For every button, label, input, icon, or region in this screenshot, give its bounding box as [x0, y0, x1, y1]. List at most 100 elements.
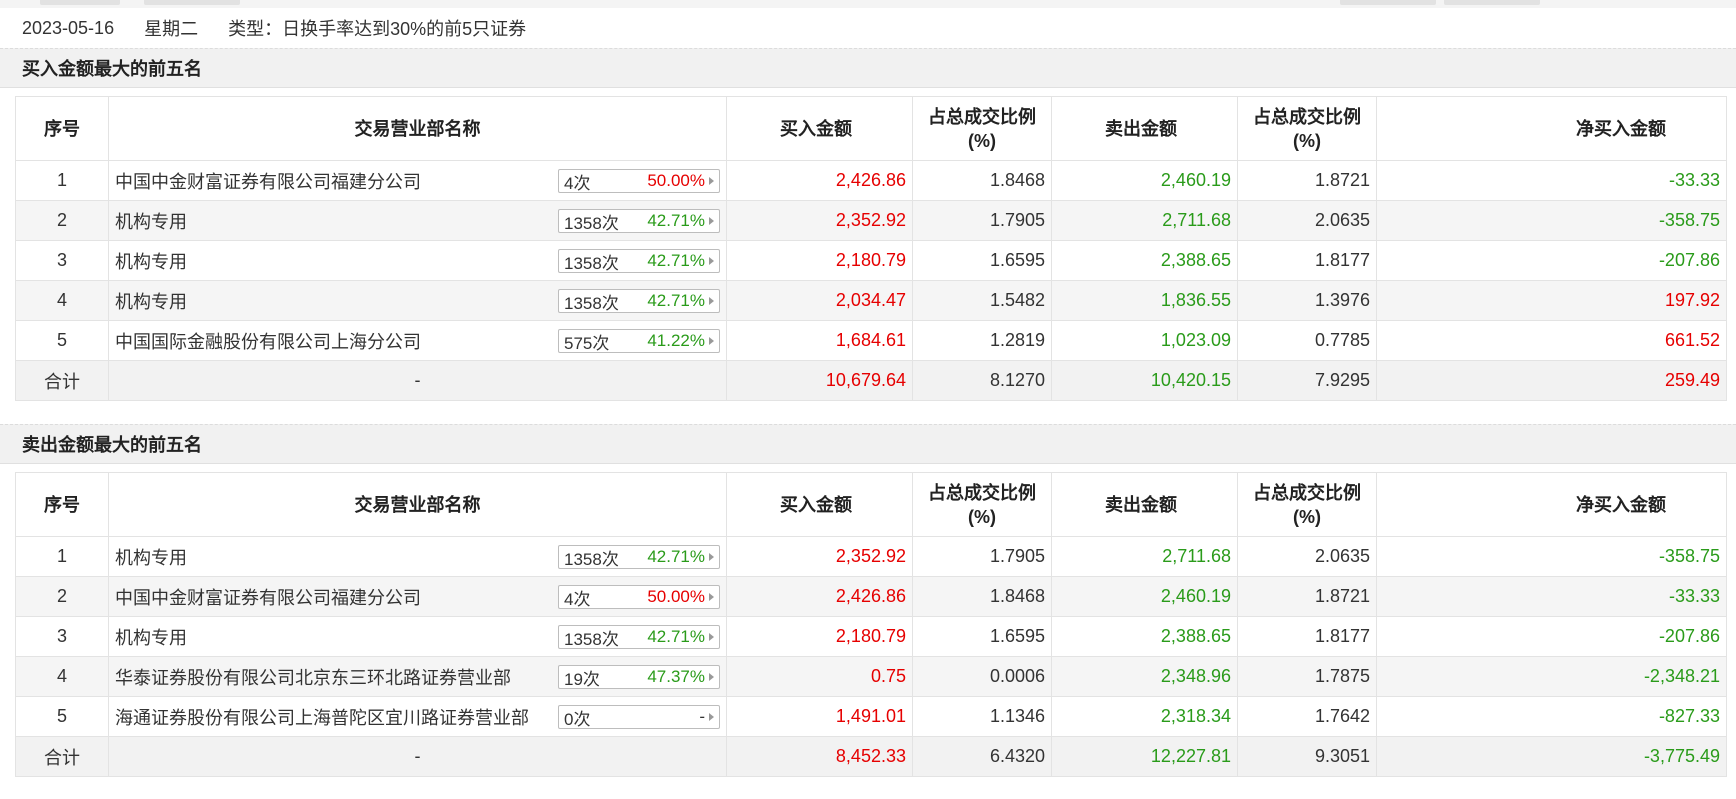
net-buy-amount: -33.33	[1376, 160, 1727, 201]
caret-right-icon	[709, 337, 714, 345]
table-header-row: 序号 交易营业部名称 买入金额 占总成交比例 (%) 卖出金额 占总成交比例 (%)…	[15, 96, 1727, 161]
branch-name-link[interactable]: 机构专用	[115, 252, 187, 272]
branch-name-link[interactable]: 中国国际金融股份有限公司上海分公司	[115, 332, 421, 352]
col-header-net-buy: 净买入金额	[1376, 472, 1727, 537]
listing-count: 1358次	[564, 549, 619, 569]
sell-ratio: 2.0635	[1237, 200, 1377, 241]
buy-ratio: 1.2819	[912, 320, 1052, 361]
total-sell-ratio: 9.3051	[1237, 736, 1377, 777]
branch-stats-button[interactable]: 575次 41.22%	[558, 329, 720, 353]
buy-amount: 1,491.01	[726, 696, 913, 737]
buy-amount: 2,352.92	[726, 536, 913, 577]
buy-amount: 2,352.92	[726, 200, 913, 241]
branch-stats-button[interactable]: 19次 47.37%	[558, 665, 720, 689]
net-buy-amount: -827.33	[1376, 696, 1727, 737]
listing-count: 1358次	[564, 253, 619, 273]
branch-stats-button[interactable]: 1358次 42.71%	[558, 209, 720, 233]
sell-amount: 2,318.34	[1051, 696, 1238, 737]
buy-ratio: 1.1346	[912, 696, 1052, 737]
top-tab[interactable]	[1444, 0, 1540, 5]
header-line: (%)	[1293, 506, 1321, 527]
sell-ratio: 2.0635	[1237, 536, 1377, 577]
sell-ratio: 1.8177	[1237, 240, 1377, 281]
branch-cell: 海通证券股份有限公司上海普陀区宜川路证券营业部 0次 -	[108, 696, 727, 737]
branch-stats-button[interactable]: 0次 -	[558, 705, 720, 729]
col-header-index: 序号	[15, 472, 109, 537]
branch-stats-button[interactable]: 1358次 42.71%	[558, 249, 720, 273]
branch-cell: 华泰证券股份有限公司北京东三环北路证券营业部 19次 47.37%	[108, 656, 727, 697]
branch-name-link[interactable]: 机构专用	[115, 212, 187, 232]
caret-right-icon	[709, 297, 714, 305]
listing-type: 类型：日换手率达到30%的前5只证券	[228, 19, 527, 39]
row-index: 5	[15, 320, 109, 361]
total-branch-placeholder: -	[108, 360, 727, 401]
buy-amount: 2,426.86	[726, 160, 913, 201]
buy-amount: 1,684.61	[726, 320, 913, 361]
total-buy-ratio: 8.1270	[912, 360, 1052, 401]
branch-cell: 中国中金财富证券有限公司福建分公司 4次 50.00%	[108, 160, 727, 201]
info-bar: 2023-05-16 星期二 类型：日换手率达到30%的前5只证券	[0, 8, 1736, 49]
net-buy-amount: -207.86	[1376, 240, 1727, 281]
caret-right-icon	[709, 673, 714, 681]
win-rate: 42.71%	[647, 211, 705, 230]
buy-ratio: 1.6595	[912, 240, 1052, 281]
net-buy-amount: 197.92	[1376, 280, 1727, 321]
buy-ratio: 1.8468	[912, 576, 1052, 617]
table-row: 4 机构专用 1358次 42.71% 2,034.47 1.5482 1,836.55 1.…	[15, 280, 1727, 321]
table-row: 5 海通证券股份有限公司上海普陀区宜川路证券营业部 0次 - 1,491.01 1.134…	[15, 696, 1727, 737]
listing-count: 1358次	[564, 629, 619, 649]
row-index: 3	[15, 616, 109, 657]
col-header-index: 序号	[15, 96, 109, 161]
sell-top5-table: 序号 交易营业部名称 买入金额 占总成交比例 (%) 卖出金额 占总成交比例 (%)…	[15, 472, 1727, 777]
branch-name-link[interactable]: 华泰证券股份有限公司北京东三环北路证券营业部	[115, 668, 511, 688]
top-tab[interactable]	[144, 0, 240, 5]
trade-weekday: 星期二	[144, 19, 199, 39]
net-buy-amount: -2,348.21	[1376, 656, 1727, 697]
total-label: 合计	[15, 360, 109, 401]
branch-cell: 机构专用 1358次 42.71%	[108, 200, 727, 241]
listing-count: 575次	[564, 333, 610, 353]
total-buy-ratio: 6.4320	[912, 736, 1052, 777]
branch-stats-button[interactable]: 1358次 42.71%	[558, 625, 720, 649]
buy-ratio: 1.7905	[912, 200, 1052, 241]
listing-count: 0次	[564, 709, 591, 729]
branch-name-link[interactable]: 机构专用	[115, 292, 187, 312]
sell-ratio: 1.8721	[1237, 160, 1377, 201]
sell-amount: 2,460.19	[1051, 160, 1238, 201]
table-row: 3 机构专用 1358次 42.71% 2,180.79 1.6595 2,388.65 1.…	[15, 240, 1727, 281]
branch-name-link[interactable]: 机构专用	[115, 628, 187, 648]
col-header-buy: 买入金额	[726, 96, 913, 161]
table-row: 2 中国中金财富证券有限公司福建分公司 4次 50.00% 2,426.86 1.8468…	[15, 576, 1727, 617]
caret-right-icon	[709, 713, 714, 721]
buy-amount: 2,034.47	[726, 280, 913, 321]
win-rate: 42.71%	[647, 627, 705, 646]
branch-name-link[interactable]: 海通证券股份有限公司上海普陀区宜川路证券营业部	[115, 708, 529, 728]
branch-name-link[interactable]: 机构专用	[115, 548, 187, 568]
branch-stats-button[interactable]: 1358次 42.71%	[558, 545, 720, 569]
listing-count: 4次	[564, 589, 591, 609]
top-tab[interactable]	[40, 0, 120, 5]
branch-stats-button[interactable]: 4次 50.00%	[558, 585, 720, 609]
row-index: 4	[15, 656, 109, 697]
row-index: 4	[15, 280, 109, 321]
buy-section-title: 买入金额最大的前五名	[0, 48, 1736, 88]
branch-cell: 机构专用 1358次 42.71%	[108, 616, 727, 657]
branch-name-link[interactable]: 中国中金财富证券有限公司福建分公司	[115, 588, 421, 608]
header-line: 占总成交比例	[1253, 482, 1361, 503]
listing-count: 19次	[564, 669, 600, 689]
sell-ratio: 0.7785	[1237, 320, 1377, 361]
sell-ratio: 1.7875	[1237, 656, 1377, 697]
win-rate: -	[699, 707, 705, 726]
branch-cell: 中国中金财富证券有限公司福建分公司 4次 50.00%	[108, 576, 727, 617]
branch-stats-button[interactable]: 1358次 42.71%	[558, 289, 720, 313]
header-line: (%)	[968, 130, 996, 151]
win-rate: 42.71%	[647, 291, 705, 310]
branch-name-link[interactable]: 中国中金财富证券有限公司福建分公司	[115, 172, 421, 192]
top-tab[interactable]	[1340, 0, 1436, 5]
caret-right-icon	[709, 633, 714, 641]
net-buy-amount: 661.52	[1376, 320, 1727, 361]
sell-section-title: 卖出金额最大的前五名	[0, 424, 1736, 464]
total-net-buy-amount: -3,775.49	[1376, 736, 1727, 777]
col-header-sell-ratio: 占总成交比例 (%)	[1237, 472, 1377, 537]
branch-stats-button[interactable]: 4次 50.00%	[558, 169, 720, 193]
